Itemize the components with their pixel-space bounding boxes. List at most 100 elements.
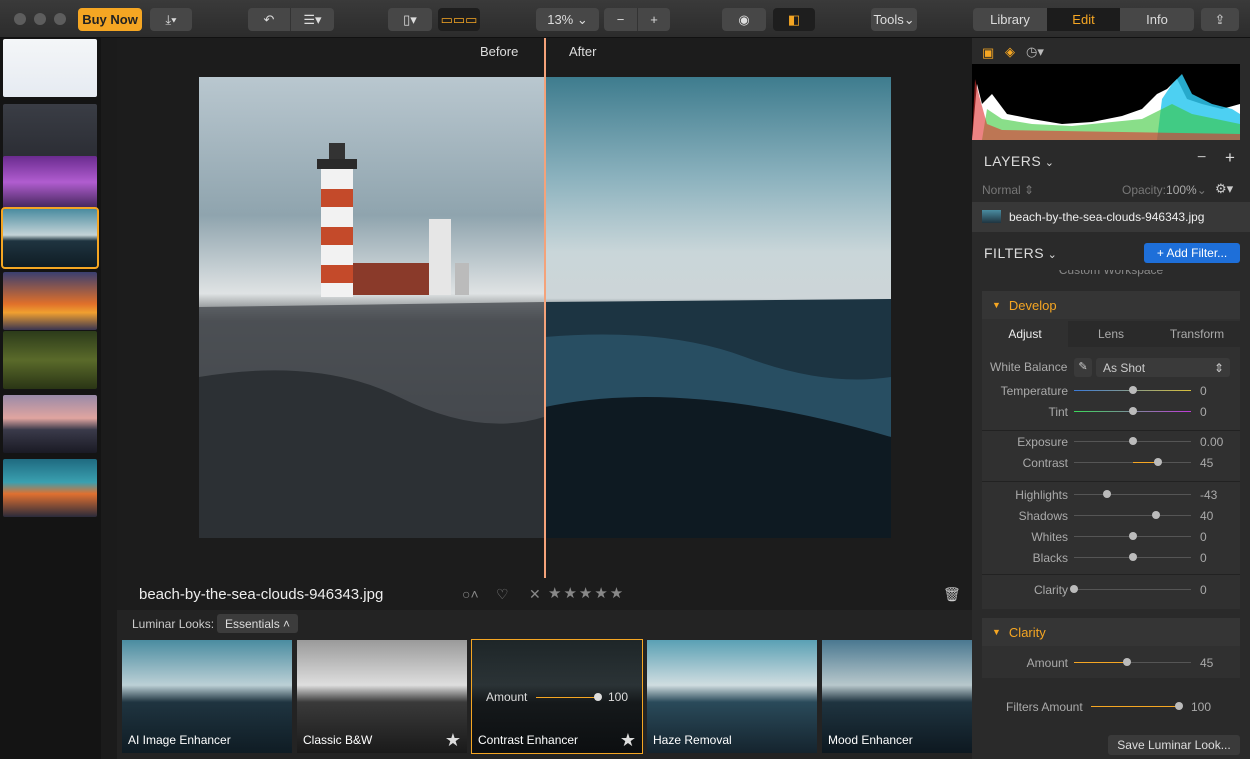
slider-value: 100 — [1191, 700, 1212, 714]
sidebar-icon: ▯▾ — [403, 11, 417, 27]
close-window-button[interactable] — [14, 13, 26, 25]
slider-label: Shadows — [1018, 509, 1068, 523]
star-icon[interactable]: ★ — [620, 730, 636, 751]
filmstrip-thumbnail[interactable] — [3, 156, 97, 214]
histogram-graph — [972, 64, 1240, 140]
slider-tint[interactable]: Tint 0 — [982, 402, 1240, 422]
tab-info[interactable]: Info — [1120, 8, 1194, 31]
look-haze-removal[interactable]: Haze Removal — [647, 640, 817, 753]
heart-icon[interactable]: ♡ — [496, 586, 509, 603]
star-icon[interactable]: ★ — [445, 730, 461, 751]
look-ai-image-enhancer[interactable]: AI Image Enhancer — [122, 640, 292, 753]
trash-icon[interactable]: 🗑 — [943, 586, 961, 603]
slider-knob[interactable] — [1175, 702, 1183, 710]
filmstrip-thumbnail[interactable] — [3, 272, 97, 330]
clarity-amount-slider[interactable]: Amount 45 — [982, 653, 1240, 673]
look-mood-enhancer[interactable]: Mood Enhancer — [822, 640, 972, 753]
history-list-icon[interactable]: ☰▾ — [290, 8, 334, 31]
split-divider-handle[interactable] — [544, 38, 546, 578]
export-menu-button[interactable]: ⤓▾ — [150, 8, 192, 31]
filters-amount-slider[interactable]: Filters Amount 100 — [972, 697, 1240, 717]
save-luminar-look-button[interactable]: Save Luminar Look... — [1108, 735, 1240, 755]
clarity-filter-header[interactable]: ▼ Clarity — [982, 618, 1240, 646]
develop-filter-header[interactable]: ▼ Develop — [982, 291, 1240, 319]
look-contrast-enhancer[interactable]: Amount 100 Contrast Enhancer ★ — [471, 639, 643, 754]
buy-now-button[interactable]: Buy Now — [78, 8, 142, 31]
slider-knob[interactable] — [1128, 386, 1137, 394]
slider-knob[interactable] — [1122, 658, 1131, 666]
share-icon: ⇪ — [1214, 11, 1226, 27]
slider-temperature[interactable]: Temperature 0 — [982, 381, 1240, 401]
compare-icon: ◧ — [787, 11, 801, 27]
slider-contrast[interactable]: Contrast 45 — [982, 453, 1240, 473]
look-amount-knob[interactable] — [594, 693, 602, 701]
zoom-window-button[interactable] — [54, 13, 66, 25]
zoom-in-icon[interactable]: + — [637, 8, 670, 31]
looks-category-select[interactable]: Essentials ˄ — [217, 614, 299, 633]
histogram-icon[interactable]: ▣ — [982, 45, 994, 61]
clock-icon[interactable]: ◷▾ — [1026, 44, 1044, 60]
share-button[interactable]: ⇪ — [1201, 8, 1239, 31]
filmstrip-thumbnail[interactable] — [3, 39, 97, 97]
blend-mode-value: Normal — [982, 183, 1021, 197]
tools-menu-button[interactable]: Tools ⌄ — [871, 8, 917, 31]
filmstrip-thumbnail[interactable] — [3, 459, 97, 517]
add-filter-button[interactable]: + Add Filter... — [1144, 243, 1240, 263]
reject-icon[interactable]: ✕ — [529, 586, 541, 603]
slider-knob[interactable] — [1128, 407, 1137, 415]
slider-fill[interactable] — [1091, 706, 1181, 707]
slider-blacks[interactable]: Blacks 0 — [982, 548, 1240, 568]
add-layer-icon[interactable]: + — [1225, 148, 1235, 168]
tab-library[interactable]: Library — [973, 8, 1047, 31]
blend-mode-select[interactable]: Normal ⇕ — [982, 183, 1034, 197]
layers-title[interactable]: LAYERS ⌄ — [984, 153, 1055, 169]
filmstrip-thumbnail[interactable] — [3, 104, 97, 162]
filmstrip-thumbnail-selected[interactable] — [1, 207, 99, 269]
filters-title[interactable]: FILTERS ⌄ — [984, 245, 1057, 261]
filmstrip-thumbnail[interactable] — [3, 395, 97, 453]
circle-label-icon[interactable]: ○˄ — [462, 586, 479, 602]
slider-knob[interactable] — [1102, 490, 1111, 498]
eyedropper-icon[interactable]: ✎ — [1074, 358, 1092, 377]
slider-knob[interactable] — [1128, 532, 1137, 540]
tab-transform[interactable]: Transform — [1154, 321, 1240, 347]
zoom-out-icon[interactable]: − — [604, 8, 637, 31]
slider-track[interactable] — [1074, 494, 1191, 495]
opacity-value: 100% — [1166, 183, 1197, 197]
tab-edit[interactable]: Edit — [1047, 8, 1120, 31]
layers-stack-icon[interactable]: ◈ — [1005, 44, 1015, 60]
slider-knob[interactable] — [1128, 437, 1137, 445]
look-amount-label: Amount — [486, 690, 528, 704]
look-amount-slider[interactable] — [536, 697, 598, 698]
look-classic-bw[interactable]: Classic B&W ★ — [297, 640, 467, 753]
sidebar-toggle-button[interactable]: ▯▾ — [388, 8, 432, 31]
divider — [982, 481, 1240, 482]
slider-knob[interactable] — [1154, 458, 1163, 466]
slider-knob[interactable] — [1070, 585, 1078, 593]
slider-exposure[interactable]: Exposure 0.00 — [982, 432, 1240, 452]
slider-value: 0 — [1200, 405, 1207, 419]
slider-knob[interactable] — [1128, 553, 1137, 561]
white-balance-select[interactable]: As Shot ⇕ — [1096, 358, 1230, 377]
filmstrip-toggle-button[interactable]: ▭▭▭ — [438, 8, 480, 31]
undo-icon[interactable]: ↶ — [248, 8, 290, 31]
slider-highlights[interactable]: Highlights -43 — [982, 485, 1240, 505]
star-rating[interactable]: ★★★★★ — [548, 584, 625, 602]
minimize-window-button[interactable] — [34, 13, 46, 25]
tab-adjust[interactable]: Adjust — [982, 321, 1068, 347]
filmstrip-thumbnail[interactable] — [3, 331, 97, 389]
gear-icon[interactable]: ⚙▾ — [1215, 181, 1233, 197]
slider-shadows[interactable]: Shadows 40 — [982, 506, 1240, 526]
slider-track[interactable] — [1074, 589, 1191, 590]
preview-button[interactable]: ◉ — [722, 8, 766, 31]
compare-button[interactable]: ◧ — [773, 8, 815, 31]
slider-track[interactable] — [1074, 515, 1191, 516]
remove-layer-icon[interactable]: − — [1197, 149, 1206, 167]
slider-knob[interactable] — [1151, 511, 1160, 519]
zoom-select[interactable]: 13% ⌄ — [536, 8, 599, 31]
slider-whites[interactable]: Whites 0 — [982, 527, 1240, 547]
slider-clarity[interactable]: Clarity 0 — [982, 580, 1240, 600]
layer-row[interactable]: beach-by-the-sea-clouds-946343.jpg — [972, 202, 1250, 232]
tab-lens[interactable]: Lens — [1068, 321, 1154, 347]
opacity-control[interactable]: Opacity:100%⌄ — [1122, 183, 1207, 197]
